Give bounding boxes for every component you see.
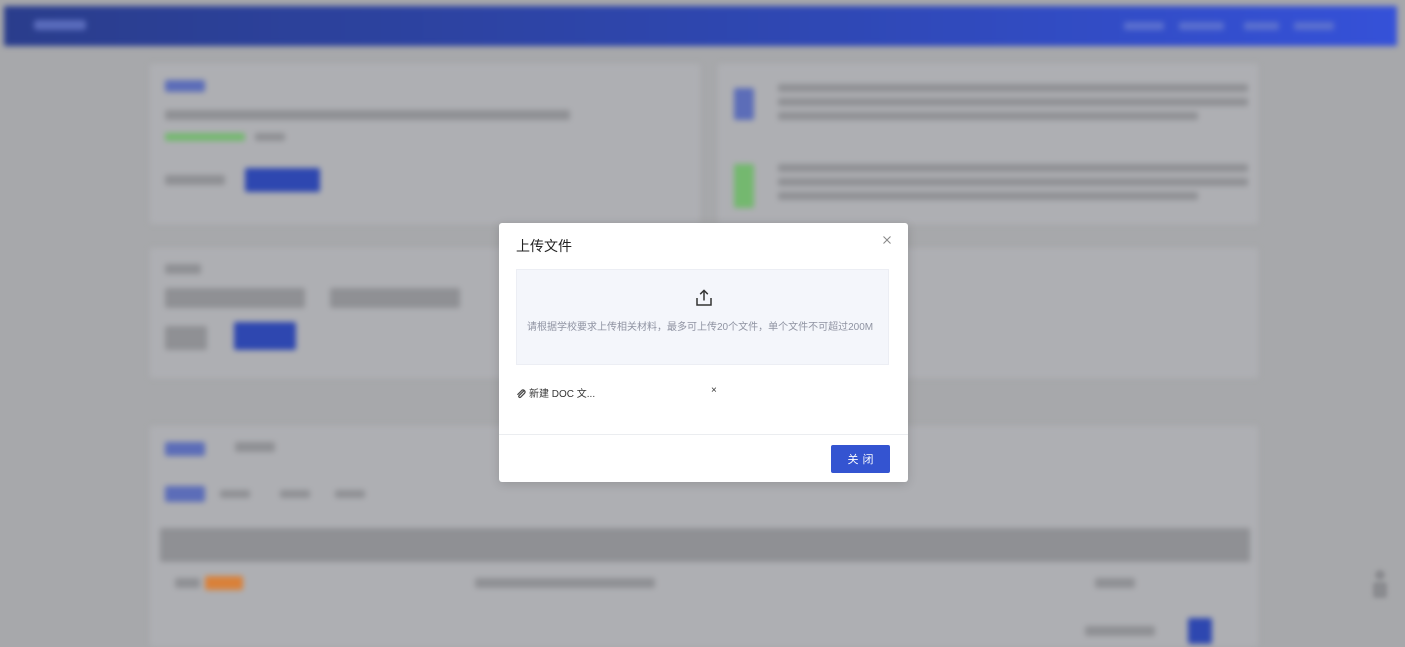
filter-label [165,264,201,274]
notice-icon [734,88,754,120]
card-button [245,168,320,192]
top-navigation-bar [4,6,1397,46]
file-name: 新建 DOC 文... [529,389,596,400]
help-icon [1370,568,1390,602]
card-meta [255,133,285,141]
notice-text [778,178,1248,186]
table-cell [475,578,655,588]
upload-hint: 请根据学校要求上传相关材料，最多可上传20个文件，单个文件不可超过200M [527,322,874,333]
table-cell [175,578,200,588]
tab [165,442,205,456]
card-text [165,110,570,120]
card-status [165,133,245,141]
table-badge [205,576,243,590]
nav-item [1124,22,1164,30]
info-card [150,64,700,224]
chip [220,490,250,498]
notice-icon [734,164,754,208]
chip [165,486,205,502]
nav-item [1294,22,1334,30]
notice-text [778,164,1248,172]
page: 上传文件 请根据学校要求上传相关材料，最多可上传20个文件，单个文件不可超过20… [0,0,1405,647]
upload-dropzone[interactable]: 请根据学校要求上传相关材料，最多可上传20个文件，单个文件不可超过200M [516,269,889,365]
pagination-current [1188,618,1212,644]
dialog-title: 上传文件 [516,238,572,254]
file-item: 新建 DOC 文... × [516,385,717,400]
app-logo [34,20,86,30]
nav-item [1244,22,1279,30]
remove-file-button[interactable]: × [711,385,717,396]
upload-icon [694,288,714,308]
chip [280,490,310,498]
upload-dialog: 上传文件 请根据学校要求上传相关材料，最多可上传20个文件，单个文件不可超过20… [499,223,908,482]
filter-input [165,288,305,308]
card-title [165,80,205,92]
pagination [1085,626,1155,636]
table-cell [1095,578,1135,588]
notice-text [778,112,1198,120]
table-header [160,528,1250,562]
close-button[interactable]: 关闭 [831,445,890,473]
notice-text [778,192,1198,200]
dialog-divider [499,434,908,435]
chip [335,490,365,498]
notice-text [778,98,1248,106]
filter-input [330,288,460,308]
card-label [165,175,225,185]
notice-text [778,84,1248,92]
tab [235,442,275,452]
filter-reset [165,326,207,350]
nav-item [1179,22,1224,30]
close-icon[interactable] [880,233,894,247]
filter-search [234,322,296,350]
paperclip-icon [516,386,526,399]
